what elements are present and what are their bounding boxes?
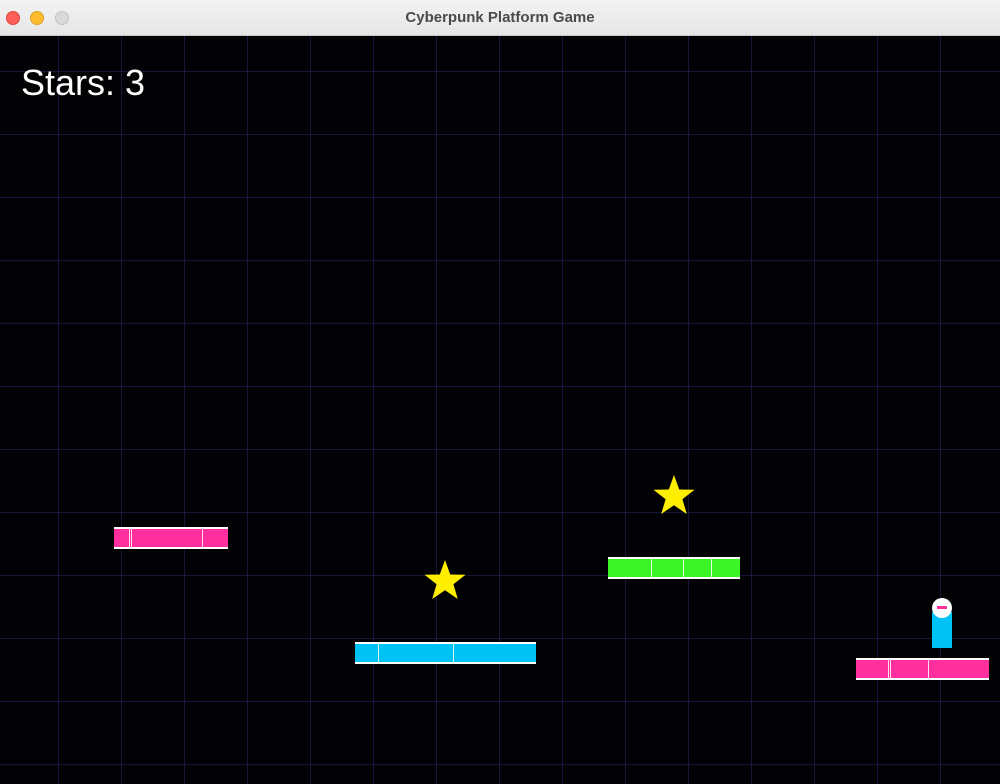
platform-pink-left bbox=[114, 527, 228, 549]
player-visor bbox=[937, 606, 947, 609]
star-icon bbox=[653, 475, 695, 514]
window-title: Cyberpunk Platform Game bbox=[405, 9, 595, 26]
title-bar: Cyberpunk Platform Game bbox=[0, 0, 1000, 36]
star-icon bbox=[424, 560, 466, 599]
game-canvas[interactable]: Stars: 3 bbox=[0, 36, 1000, 784]
player-head bbox=[932, 598, 952, 618]
stars-counter: Stars: 3 bbox=[21, 62, 146, 103]
platform-cyan bbox=[355, 642, 536, 664]
platform-green bbox=[608, 557, 740, 579]
player-character bbox=[931, 598, 953, 650]
game-window: Cyberpunk Platform Game Stars: 3 bbox=[0, 0, 1000, 784]
platform-pink-right bbox=[856, 658, 989, 680]
